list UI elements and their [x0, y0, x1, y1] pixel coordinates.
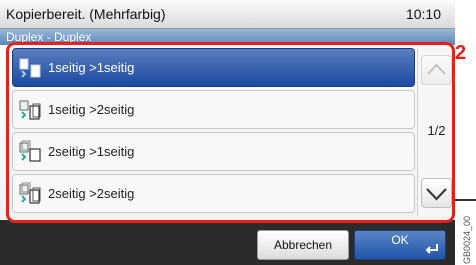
figure-code-text: GB0024_00 — [462, 215, 472, 264]
status-message: Kopierbereit. (Mehrfarbig) — [6, 6, 166, 22]
cancel-button-label: Abbrechen — [273, 238, 333, 252]
figure-code: GB0024_00 — [462, 210, 474, 264]
cancel-button[interactable]: Abbrechen — [257, 230, 349, 260]
callout-number: 2 — [455, 42, 467, 64]
highlight-frame — [6, 42, 455, 223]
enter-icon — [425, 244, 438, 254]
status-time: 10:10 — [405, 6, 441, 22]
status-bar: Kopierbereit. (Mehrfarbig) 10:10 — [0, 0, 455, 29]
callout-leader-line — [455, 199, 476, 201]
ok-button[interactable]: OK — [354, 230, 446, 260]
